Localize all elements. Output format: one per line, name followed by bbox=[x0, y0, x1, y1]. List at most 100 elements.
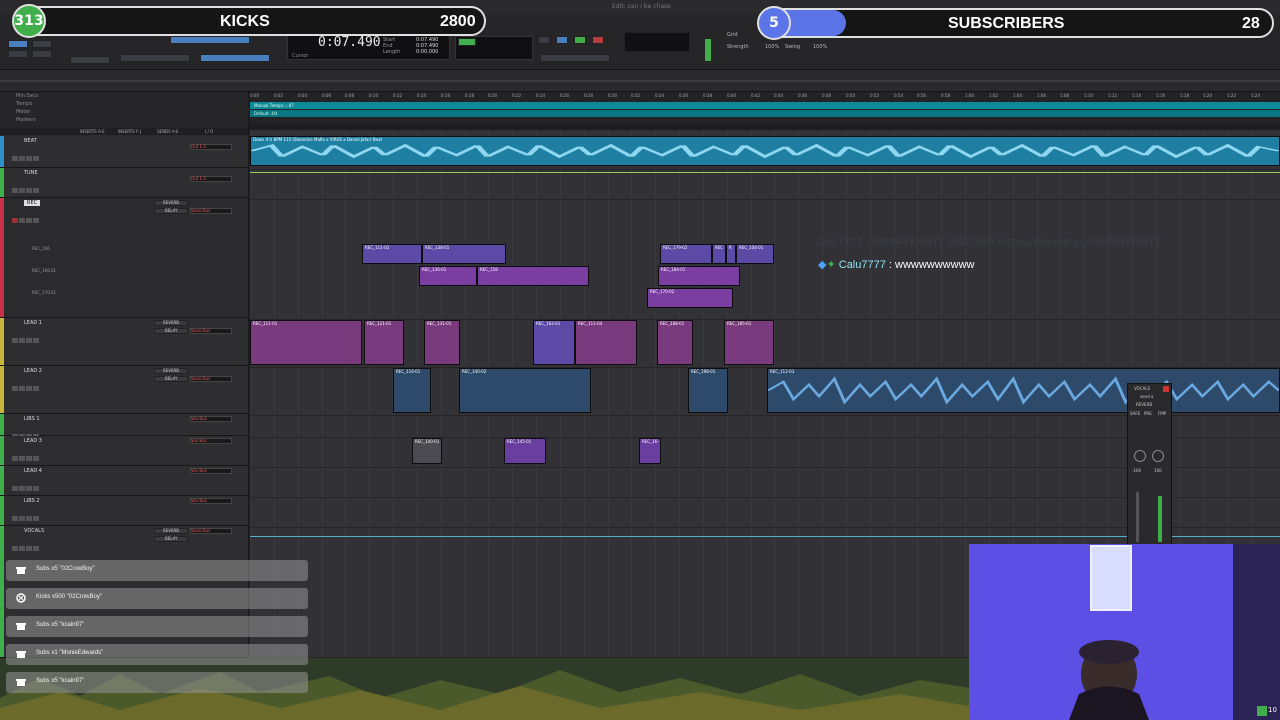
track-name[interactable]: LEAD 2 bbox=[24, 368, 42, 374]
track-controls[interactable] bbox=[12, 178, 52, 193]
stop-button[interactable] bbox=[556, 36, 568, 44]
timeline-rulers[interactable]: 0:00 0:02 0:04 0:06 0:08 0:10 0:12 0:14 0:16 0:18… bbox=[250, 92, 1280, 128]
track-name[interactable]: TUNE bbox=[24, 170, 38, 176]
track-rec[interactable]: REC REVERB DELAY Vocal Bus REC_166 REC_1… bbox=[0, 198, 248, 318]
audio-clip[interactable]: REC bbox=[712, 244, 726, 264]
track-controls[interactable] bbox=[12, 328, 52, 343]
send-destination[interactable]: REVERB bbox=[1136, 402, 1152, 407]
track-controls[interactable] bbox=[12, 446, 52, 461]
audio-clip[interactable]: REC_111-04 bbox=[575, 320, 637, 365]
audio-clip[interactable]: REC_112-03 bbox=[767, 368, 1280, 413]
grid-enabled-indicator[interactable] bbox=[458, 38, 476, 46]
audio-clip[interactable]: REC_140-01 bbox=[412, 438, 442, 464]
send-slot[interactable]: REVERB bbox=[154, 200, 188, 206]
track-output[interactable]: Vox Bus bbox=[190, 468, 232, 474]
send-fader[interactable] bbox=[1136, 492, 1139, 542]
slip-mode-button[interactable] bbox=[8, 50, 28, 58]
track-beat[interactable]: BEAT Out 1-2 bbox=[0, 136, 248, 168]
audio-clip[interactable]: REC_198-01 bbox=[688, 368, 728, 413]
audio-clip[interactable]: REC_131-01 bbox=[424, 320, 460, 365]
audio-clip[interactable]: Down 4 U BPM 115 (Shoreline Mafia x VIRU… bbox=[250, 136, 1280, 166]
track-output[interactable]: Out 1-2 bbox=[190, 176, 232, 182]
pre-button[interactable]: PRE bbox=[1144, 411, 1152, 416]
audio-clip[interactable]: REC_16- bbox=[639, 438, 661, 464]
audio-clip[interactable]: R bbox=[726, 244, 736, 264]
record-button[interactable] bbox=[592, 36, 604, 44]
track-output[interactable]: Out 1-2 bbox=[190, 144, 232, 150]
track-controls[interactable] bbox=[12, 476, 52, 491]
track-output[interactable]: Vox Bus bbox=[190, 438, 232, 444]
track-controls[interactable] bbox=[12, 506, 52, 521]
audio-clip[interactable]: REC_104-01 bbox=[736, 244, 774, 264]
track-controls[interactable] bbox=[12, 146, 52, 161]
zoom-presets[interactable] bbox=[70, 56, 110, 64]
track-lead-4[interactable]: LEAD 4 Vox Bus bbox=[0, 466, 248, 496]
send-slot[interactable]: DELAY bbox=[154, 536, 188, 542]
track-name[interactable]: LEAD 4 bbox=[24, 468, 42, 474]
shuffle-mode-button[interactable] bbox=[8, 40, 28, 48]
audio-clip[interactable]: REC_158 bbox=[477, 266, 589, 286]
audio-clip[interactable]: REC_170-02 bbox=[647, 288, 733, 308]
track-name[interactable]: LEAD 3 bbox=[24, 438, 42, 444]
meter-ruler[interactable]: Default: 4/4 bbox=[250, 110, 1280, 117]
transport-nav-buttons[interactable] bbox=[540, 54, 610, 62]
audio-clip[interactable]: REC_162-01 bbox=[533, 320, 575, 365]
send-slot[interactable]: DELAY bbox=[154, 328, 188, 334]
spot-mode-button[interactable] bbox=[32, 40, 52, 48]
lane-tune[interactable] bbox=[250, 170, 1280, 200]
lane-libs-2[interactable] bbox=[250, 498, 1280, 528]
edit-tools[interactable] bbox=[170, 36, 250, 44]
track-controls[interactable] bbox=[12, 208, 52, 223]
track-name[interactable]: LIBS 1 bbox=[24, 416, 40, 422]
audio-clip[interactable]: REC_111-02 bbox=[362, 244, 422, 264]
audio-clip[interactable]: REC_188-01 bbox=[657, 320, 693, 365]
play-button[interactable] bbox=[574, 36, 586, 44]
track-name[interactable]: LEAD 1 bbox=[24, 320, 42, 326]
track-tune[interactable]: TUNE Out 1-2 bbox=[0, 168, 248, 198]
grid-mode-button[interactable] bbox=[32, 50, 52, 58]
track-output[interactable]: Vox Bus bbox=[190, 498, 232, 504]
pan-knob-icon[interactable] bbox=[1152, 450, 1164, 462]
audio-clip[interactable]: REC_116-01 bbox=[393, 368, 431, 413]
close-icon[interactable] bbox=[1163, 386, 1169, 392]
track-controls[interactable] bbox=[12, 536, 52, 551]
lane-beat[interactable]: Down 4 U BPM 115 (Shoreline Mafia x VIRU… bbox=[250, 130, 1280, 170]
time-ruler[interactable]: 0:00 0:02 0:04 0:06 0:08 0:10 0:12 0:14 0:16 0:18… bbox=[250, 92, 1280, 100]
track-name[interactable]: BEAT bbox=[24, 138, 37, 144]
track-controls[interactable] bbox=[12, 376, 52, 391]
send-slot[interactable]: REVERB bbox=[154, 528, 188, 534]
send-slot[interactable]: DELAY bbox=[154, 208, 188, 214]
track-output[interactable]: Vocal Bus bbox=[190, 376, 232, 382]
edit-mode-buttons[interactable] bbox=[120, 54, 190, 62]
track-output[interactable]: Vox Bus bbox=[190, 416, 232, 422]
audio-clip[interactable]: REC_145-01 bbox=[504, 438, 546, 464]
track-libs-1[interactable]: LIBS 1 Vox Bus bbox=[0, 414, 248, 439]
track-libs-2[interactable]: LIBS 2 Vox Bus bbox=[0, 496, 248, 526]
track-output[interactable]: Vocal Bus bbox=[190, 208, 232, 214]
track-lead-2[interactable]: LEAD 2 REVERB DELAY Vocal Bus bbox=[0, 366, 248, 414]
track-name[interactable]: REC bbox=[24, 200, 41, 206]
metronome-display[interactable] bbox=[624, 32, 690, 52]
main-counter[interactable]: 0:07.490 Cursor Start End Length 0:07.49… bbox=[287, 32, 450, 60]
track-output[interactable]: Vocal Bus bbox=[190, 528, 232, 534]
lane-lead-4[interactable] bbox=[250, 468, 1280, 498]
lane-lead-2[interactable]: REC_116-01 REC_140-02 REC_198-01 REC_112… bbox=[250, 368, 1280, 416]
send-window[interactable]: VOCALS send a REVERB SAFE PRE FMP -100 1… bbox=[1127, 383, 1172, 545]
audio-clip[interactable]: REC_138-01 bbox=[422, 244, 506, 264]
loop-button[interactable] bbox=[538, 36, 550, 44]
tempo-ruler[interactable]: Manual Tempo: ♩ 87 bbox=[250, 102, 1280, 109]
send-slot[interactable]: REVERB bbox=[154, 368, 188, 374]
send-slot[interactable]: DELAY bbox=[154, 376, 188, 382]
track-name[interactable]: VOCALS bbox=[24, 528, 44, 534]
audio-clip[interactable]: REC_121-01 bbox=[364, 320, 404, 365]
track-name[interactable]: LIBS 2 bbox=[24, 498, 40, 504]
fmp-button[interactable]: FMP bbox=[1158, 411, 1166, 416]
tool-buttons[interactable] bbox=[200, 54, 270, 62]
audio-clip[interactable]: REC_184-01 bbox=[658, 266, 740, 286]
track-output[interactable]: Vocal Bus bbox=[190, 328, 232, 334]
pan-knob-icon[interactable] bbox=[1134, 450, 1146, 462]
audio-clip[interactable]: REC_136-01 bbox=[419, 266, 477, 286]
lane-rec[interactable]: REC_111-02 REC_138-01 REC_179-02 REC R R… bbox=[250, 200, 1280, 320]
audio-clip[interactable]: REC_111-01 bbox=[250, 320, 362, 365]
track-controls[interactable] bbox=[12, 424, 52, 439]
